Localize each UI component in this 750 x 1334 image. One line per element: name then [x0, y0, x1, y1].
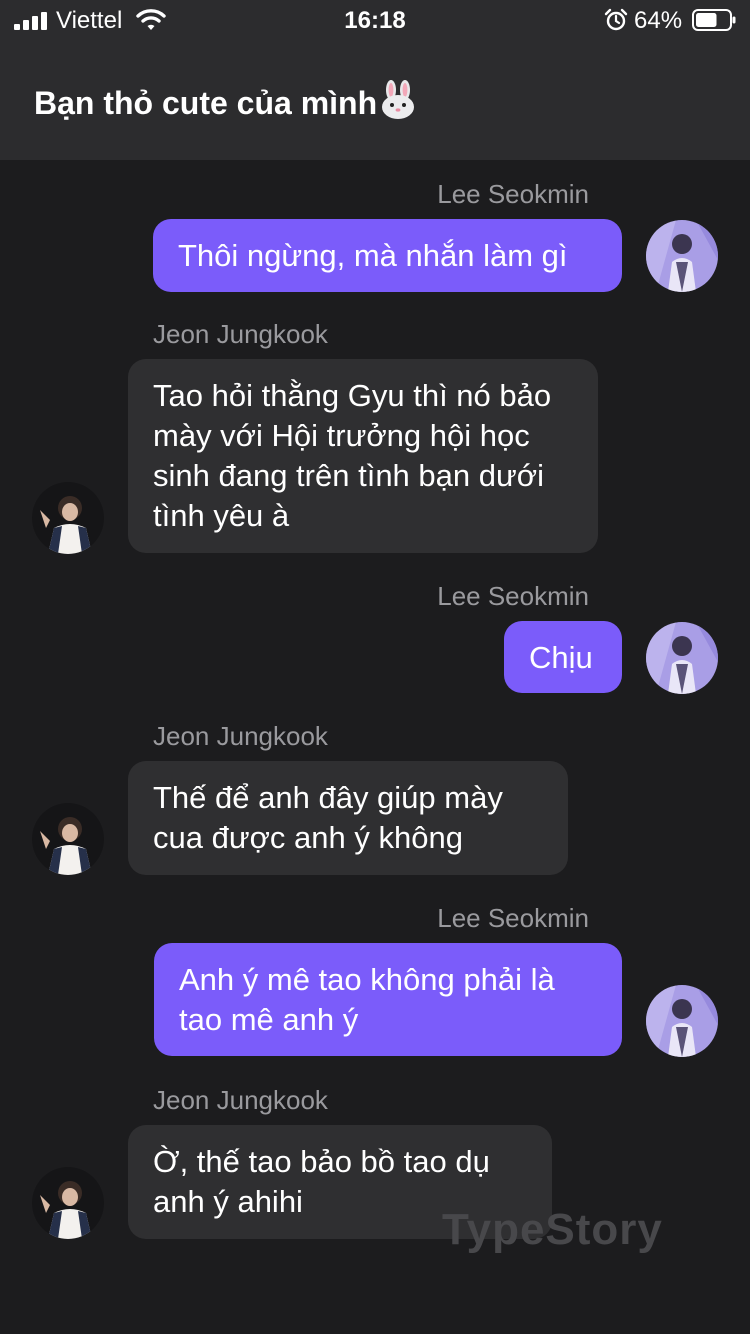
- sender-name: Lee Seokmin: [437, 581, 589, 611]
- message-bubble-incoming[interactable]: Thế để anh đây giúp mày cua được anh ý k…: [128, 761, 568, 875]
- avatar-jeon-jungkook[interactable]: [32, 1167, 104, 1239]
- sender-name: Jeon Jungkook: [153, 319, 328, 349]
- rabbit-face-icon: [382, 80, 415, 119]
- sender-name: Lee Seokmin: [437, 179, 589, 209]
- alarm-icon: [604, 8, 628, 31]
- avatar-lee-seokmin[interactable]: [646, 622, 718, 694]
- message-bubble-outgoing[interactable]: Thôi ngừng, mà nhắn làm gì: [153, 219, 622, 292]
- sender-name: Jeon Jungkook: [153, 1085, 328, 1115]
- avatar-jeon-jungkook[interactable]: [32, 482, 104, 554]
- sender-name: Lee Seokmin: [437, 903, 589, 933]
- status-bar: Viettel 16:18 64%: [0, 0, 750, 42]
- message-bubble-incoming[interactable]: Tao hỏi thằng Gyu thì nó bảo mày với Hội…: [128, 359, 598, 553]
- watermark: TypeStory: [442, 1205, 663, 1254]
- message-bubble-outgoing[interactable]: Anh ý mê tao không phải là tao mê anh ý: [154, 943, 622, 1056]
- message-bubble-outgoing[interactable]: Chịu: [504, 621, 622, 693]
- avatar-jeon-jungkook[interactable]: [32, 803, 104, 875]
- battery-percent: 64%: [634, 7, 683, 34]
- avatar-lee-seokmin[interactable]: [646, 985, 718, 1057]
- chat-title-text: Bạn thỏ cute của mình: [34, 85, 378, 121]
- sender-name: Jeon Jungkook: [153, 721, 328, 751]
- chat-screen: Viettel 16:18 64% Bạn thỏ cute của mình: [0, 0, 750, 1334]
- battery-icon: [692, 9, 736, 31]
- chat-title: Bạn thỏ cute của mình: [34, 80, 417, 123]
- chat-header: Bạn thỏ cute của mình: [0, 42, 750, 160]
- avatar-lee-seokmin[interactable]: [646, 220, 718, 292]
